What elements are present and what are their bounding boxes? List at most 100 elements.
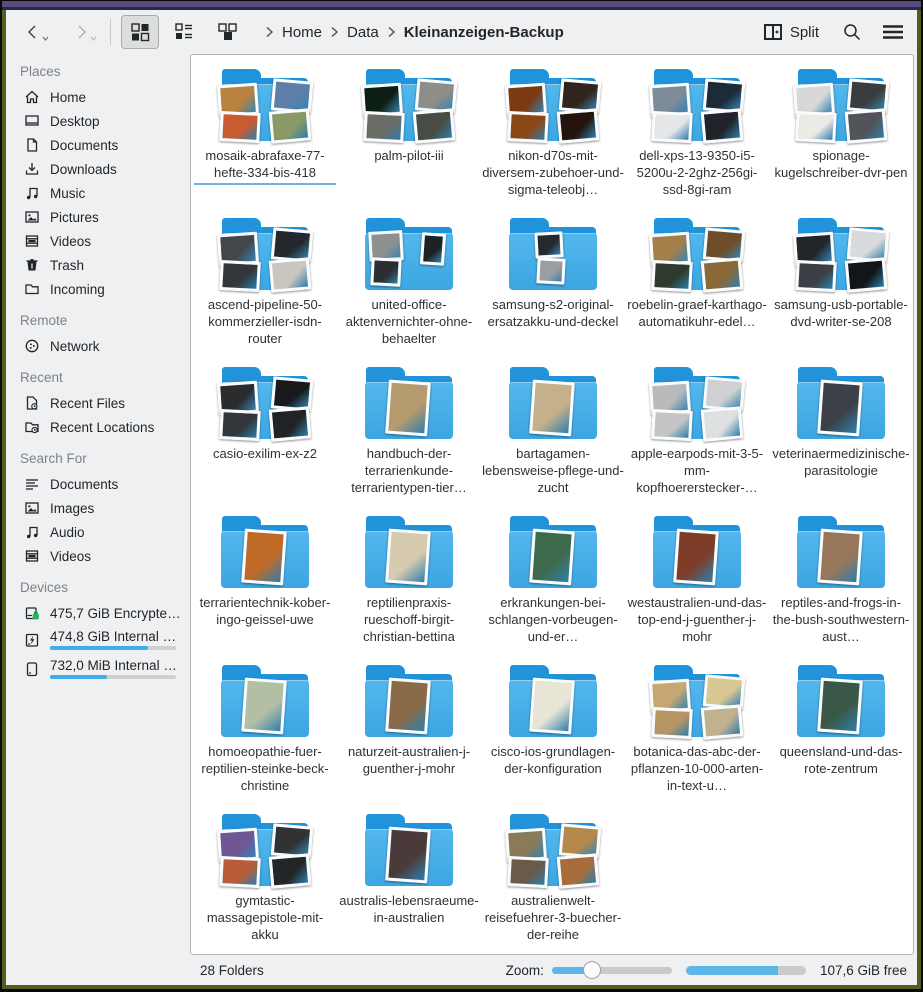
- folder-item[interactable]: reptiles-and-frogs-in-the-bush-southwest…: [769, 512, 913, 661]
- folder-item[interactable]: samsung-s2-original-ersatzakku-und-decke…: [481, 214, 625, 363]
- folder-item[interactable]: reptilienpraxis-rueschoff-birgit-christi…: [337, 512, 481, 661]
- photo-thumbnail: [241, 678, 287, 735]
- sidebar-item-music[interactable]: Music: [16, 181, 184, 205]
- split-label: Split: [790, 24, 819, 41]
- back-arrow-icon: [25, 24, 41, 40]
- folder-item[interactable]: united-office-aktenvernichter-ohne-behae…: [337, 214, 481, 363]
- tree-view-button[interactable]: [209, 15, 247, 49]
- folder-label: naturzeit-australien-j-guenther-j-mohr: [338, 743, 480, 779]
- folder-item[interactable]: botanica-das-abc-der-pflanzen-10-000-art…: [625, 661, 769, 810]
- folder-item[interactable]: veterinaermedizinische-parasitologie: [769, 363, 913, 512]
- breadcrumb-separator-icon: [263, 26, 276, 38]
- folder-item[interactable]: nikon-d70s-mit-diversem-zubehoer-und-sig…: [481, 65, 625, 214]
- sidebar-item-recent-locations[interactable]: Recent Locations: [16, 415, 184, 439]
- split-button[interactable]: Split: [757, 19, 825, 45]
- sidebar-item-label: Home: [50, 90, 86, 105]
- folder-icon: [365, 218, 453, 290]
- folder-icon: [221, 814, 309, 886]
- folder-thumbnails: [365, 665, 453, 737]
- sidebar-item-732-0-mib-internal-dri-[interactable]: 732,0 MiB Internal Dri…: [16, 654, 184, 683]
- folder-item[interactable]: casio-exilim-ex-z2: [193, 363, 337, 512]
- sidebar-item-label: Trash: [50, 258, 84, 273]
- folder-label: palm-pilot-iii: [338, 147, 480, 166]
- sidebar-item-trash[interactable]: Trash: [16, 253, 184, 277]
- sidebar-item-documents[interactable]: Documents: [16, 133, 184, 157]
- folder-label: ascend-pipeline-50-kommerzieller-isdn-ro…: [194, 296, 336, 349]
- sidebar-item-desktop[interactable]: Desktop: [16, 109, 184, 133]
- device-label: 474,8 GiB Internal Dri…: [50, 629, 182, 644]
- sidebar-item-videos[interactable]: Videos: [16, 229, 184, 253]
- window-frame: Home Data Kleinanzeigen-Backup Split: [0, 0, 923, 992]
- folder-label: roebelin-graef-karthago-automatikuhr-ede…: [626, 296, 768, 332]
- photo-thumbnail: [673, 529, 719, 586]
- folder-item[interactable]: cisco-ios-grundlagen-der-konfiguration: [481, 661, 625, 810]
- section-title-recent: Recent: [20, 370, 184, 385]
- sidebar-item-474-8-gib-internal-dri-[interactable]: 474,8 GiB Internal Dri…: [16, 625, 184, 654]
- folder-item[interactable]: queensland-und-das-rote-zentrum: [769, 661, 913, 810]
- folder-item[interactable]: erkrankungen-bei-schlangen-vorbeugen-und…: [481, 512, 625, 661]
- folder-item[interactable]: roebelin-graef-karthago-automatikuhr-ede…: [625, 214, 769, 363]
- photo-thumbnail: [363, 111, 405, 143]
- menu-button[interactable]: [879, 21, 907, 43]
- sidebar-item-videos[interactable]: Videos: [16, 544, 184, 568]
- photo-thumbnail: [219, 111, 261, 143]
- folder-item[interactable]: handbuch-der-terrarienkunde-terrarientyp…: [337, 363, 481, 512]
- sidebar-item-images[interactable]: Images: [16, 496, 184, 520]
- icons-view-icon: [130, 22, 150, 42]
- breadcrumb-item-home[interactable]: Home: [276, 20, 328, 45]
- folder-thumbnails: [509, 69, 597, 141]
- sidebar-item-incoming[interactable]: Incoming: [16, 277, 184, 301]
- photo-thumbnail: [795, 260, 837, 292]
- breadcrumb-item-kleinanzeigen-backup[interactable]: Kleinanzeigen-Backup: [398, 20, 570, 45]
- sidebar-item-documents[interactable]: Documents: [16, 472, 184, 496]
- folder-thumbnails: [797, 665, 885, 737]
- folder-item[interactable]: westaustralien-und-das-top-end-j-guenthe…: [625, 512, 769, 661]
- sidebar-item-home[interactable]: Home: [16, 85, 184, 109]
- device-usage-bar: [50, 646, 176, 650]
- toolbar-separator: [110, 19, 111, 45]
- folder-item[interactable]: mosaik-abrafaxe-77-hefte-334-bis-418: [193, 65, 337, 214]
- zoom-slider-handle[interactable]: [583, 961, 601, 979]
- sidebar-item-475-7-gib-encrypted-[interactable]: 475,7 GiB Encrypted …: [16, 601, 184, 625]
- folder-item[interactable]: dell-xps-13-9350-i5-5200u-2-2ghz-256gi-s…: [625, 65, 769, 214]
- icons-view-button[interactable]: [121, 15, 159, 49]
- folder-item[interactable]: spionage-kugelschreiber-dvr-pen: [769, 65, 913, 214]
- folder-view[interactable]: mosaik-abrafaxe-77-hefte-334-bis-418palm…: [190, 54, 914, 955]
- folder-thumbnails: [365, 516, 453, 588]
- photo-thumbnail: [845, 108, 888, 143]
- breadcrumb-item-data[interactable]: Data: [341, 20, 385, 45]
- folder-thumbnails: [221, 665, 309, 737]
- toolbar: Home Data Kleinanzeigen-Backup Split: [6, 10, 917, 54]
- folder-item[interactable]: australis-lebensraeume-in-australien: [337, 810, 481, 955]
- folder-item[interactable]: gymtastic-massagepistole-mit-akku: [193, 810, 337, 955]
- folder-thumbnails: [221, 218, 309, 290]
- folder-item[interactable]: terrarientechnik-kober-ingo-geissel-uwe: [193, 512, 337, 661]
- zoom-slider[interactable]: [552, 967, 672, 974]
- folder-item[interactable]: homoeopathie-fuer-reptilien-steinke-beck…: [193, 661, 337, 810]
- search-button[interactable]: [839, 19, 865, 45]
- folder-item[interactable]: palm-pilot-iii: [337, 65, 481, 214]
- folder-item[interactable]: bartagamen-lebensweise-pflege-und-zucht: [481, 363, 625, 512]
- photo-thumbnail: [370, 257, 401, 287]
- sidebar-item-pictures[interactable]: Pictures: [16, 205, 184, 229]
- sidebar-item-label: Downloads: [50, 162, 117, 177]
- folder-thumbnails: [365, 218, 453, 290]
- folder-icon: [797, 665, 885, 737]
- image-icon: [24, 209, 40, 225]
- forward-button[interactable]: [68, 20, 102, 45]
- folder-item[interactable]: australienwelt-reisefuehrer-3-buecher-de…: [481, 810, 625, 955]
- details-view-button[interactable]: [165, 15, 203, 49]
- folder-item[interactable]: naturzeit-australien-j-guenther-j-mohr: [337, 661, 481, 810]
- folder-item[interactable]: apple-earpods-mit-3-5-mm-kopfhoerersteck…: [625, 363, 769, 512]
- folder-grid: mosaik-abrafaxe-77-hefte-334-bis-418palm…: [191, 55, 913, 955]
- sidebar-item-audio[interactable]: Audio: [16, 520, 184, 544]
- sidebar-item-recent-files[interactable]: Recent Files: [16, 391, 184, 415]
- folder-item[interactable]: ascend-pipeline-50-kommerzieller-isdn-ro…: [193, 214, 337, 363]
- back-button[interactable]: [20, 20, 54, 45]
- photo-thumbnail: [269, 406, 312, 441]
- folder-item[interactable]: samsung-usb-portable-dvd-writer-se-208: [769, 214, 913, 363]
- sidebar-item-downloads[interactable]: Downloads: [16, 157, 184, 181]
- drive-lock-icon: [24, 605, 40, 621]
- sidebar-item-label: Incoming: [50, 282, 105, 297]
- sidebar-item-network[interactable]: Network: [16, 334, 184, 358]
